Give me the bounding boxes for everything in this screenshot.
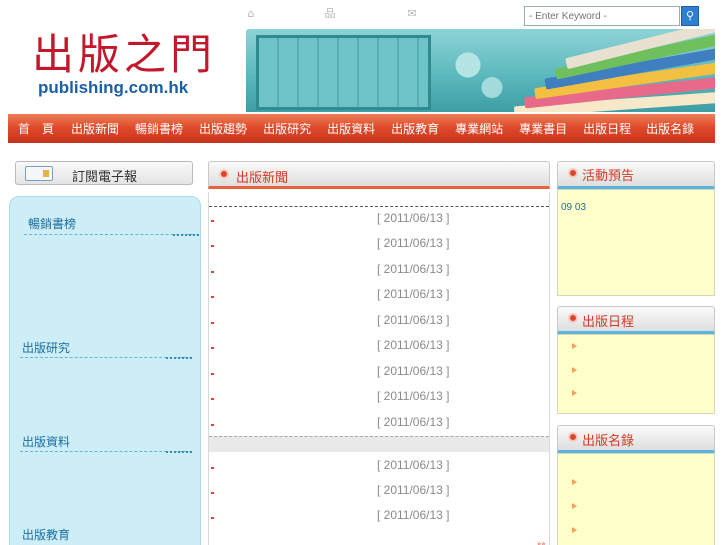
divider — [20, 451, 192, 453]
nav-item-news[interactable]: 出版新聞 — [71, 120, 119, 137]
home-icon[interactable]: ⌂ — [244, 8, 258, 20]
news-date: [ 2011/06/13 ] — [377, 262, 450, 276]
header-banner — [246, 29, 715, 112]
news-row[interactable]: [ 2011/06/13 ] — [209, 234, 549, 254]
logo-chinese: 出版之門 — [32, 30, 217, 79]
divider — [20, 357, 192, 359]
arrow-bullet-icon — [572, 390, 577, 396]
news-date: [ 2011/06/13 ] — [377, 338, 450, 352]
nav-item-education[interactable]: 出版教育 — [391, 120, 439, 137]
mail-icon[interactable]: ✉ — [405, 8, 419, 20]
news-row[interactable]: [ 2011/06/13 ] — [209, 456, 549, 476]
search-icon: ⚲ — [685, 9, 695, 22]
events-text[interactable]: 09 03 — [561, 202, 586, 213]
bullet-icon — [211, 296, 214, 298]
news-date: [ 2011/06/13 ] — [377, 287, 450, 301]
bullet-icon — [211, 322, 214, 324]
news-title[interactable]: 出版新聞 — [236, 167, 288, 186]
directory-panel — [557, 453, 715, 545]
nav-item-research[interactable]: 出版研究 — [263, 120, 311, 137]
news-row[interactable]: [ 2011/06/13 ] — [209, 506, 549, 526]
nav-item-bestsellers[interactable]: 暢銷書榜 — [135, 120, 183, 137]
schedule-title[interactable]: 出版日程 — [582, 311, 634, 330]
news-row[interactable]: [ 2011/06/13 ] — [209, 209, 549, 229]
left-link-data[interactable]: 出版資料 — [22, 433, 70, 450]
bullet-icon — [211, 220, 214, 222]
nav-item-schedule[interactable]: 出版日程 — [583, 120, 631, 137]
left-link-bestsellers[interactable]: 暢銷書榜 — [28, 215, 76, 232]
bullet-icon — [211, 424, 214, 426]
news-row[interactable]: [ 2011/06/13 ] — [209, 336, 549, 356]
bullet-icon — [568, 313, 578, 323]
events-header — [557, 161, 715, 189]
events-title[interactable]: 活動預告 — [582, 165, 634, 184]
news-row[interactable]: [ 2011/06/13 ] — [209, 387, 549, 407]
news-date: [ 2011/06/13 ] — [377, 458, 450, 472]
subscribe-newsletter-button[interactable]: 訂閱電子報 — [15, 161, 193, 185]
directory-header — [557, 425, 715, 453]
arrow-bullet-icon — [572, 343, 577, 349]
bullet-icon — [568, 168, 578, 178]
left-panel — [9, 196, 201, 545]
subscribe-label: 訂閱電子報 — [72, 170, 138, 185]
directory-title[interactable]: 出版名錄 — [582, 430, 634, 449]
news-date: [ 2011/06/13 ] — [377, 364, 450, 378]
news-row[interactable]: [ 2011/06/13 ] — [209, 362, 549, 382]
bullet-icon — [219, 169, 229, 179]
bullet-icon — [211, 467, 214, 469]
news-date: [ 2011/06/13 ] — [377, 415, 450, 429]
bullet-icon — [211, 245, 214, 247]
nav-item-pro-sites[interactable]: 專業網站 — [455, 120, 503, 137]
banner-window-frame — [256, 35, 431, 110]
banner-pattern — [436, 35, 516, 110]
search-button[interactable]: ⚲ — [681, 6, 699, 26]
arrow-bullet-icon — [572, 367, 577, 373]
schedule-panel — [557, 334, 715, 414]
main-nav: 首 頁 出版新聞 暢銷書榜 出版趨勢 出版研究 出版資料 出版教育 專業網站 專… — [8, 114, 715, 143]
news-row[interactable]: [ 2011/06/13 ] — [209, 311, 549, 331]
nav-item-pro-books[interactable]: 專業書目 — [519, 120, 567, 137]
news-row[interactable]: [ 2011/06/13 ] — [209, 413, 549, 433]
news-row[interactable]: [ 2011/06/13 ] — [209, 285, 549, 305]
nav-item-trends[interactable]: 出版趨勢 — [199, 120, 247, 137]
logo-english: publishing.com.hk — [38, 78, 189, 97]
divider — [209, 436, 549, 452]
bullet-icon — [211, 492, 214, 494]
bullet-icon — [211, 347, 214, 349]
bullet-icon — [568, 432, 578, 442]
arrow-bullet-icon — [572, 479, 577, 485]
search-input[interactable] — [524, 6, 680, 26]
divider — [209, 206, 549, 207]
schedule-header — [557, 306, 715, 334]
more-icon[interactable]: »» — [537, 540, 546, 545]
sitemap-icon[interactable]: 品 — [323, 8, 337, 20]
news-row[interactable]: [ 2011/06/13 ] — [209, 481, 549, 501]
arrow-bullet-icon — [572, 503, 577, 509]
news-date: [ 2011/06/13 ] — [377, 389, 450, 403]
bullet-icon — [211, 398, 214, 400]
news-date: [ 2011/06/13 ] — [377, 483, 450, 497]
nav-item-home[interactable]: 首 頁 — [18, 120, 54, 137]
bullet-icon — [211, 373, 214, 375]
left-link-research[interactable]: 出版研究 — [22, 339, 70, 356]
arrow-bullet-icon — [572, 527, 577, 533]
left-link-education[interactable]: 出版教育 — [22, 526, 70, 543]
news-date: [ 2011/06/13 ] — [377, 211, 450, 225]
nav-item-data[interactable]: 出版資料 — [327, 120, 375, 137]
news-date: [ 2011/06/13 ] — [377, 508, 450, 522]
envelope-icon — [25, 166, 53, 181]
news-date: [ 2011/06/13 ] — [377, 313, 450, 327]
news-date: [ 2011/06/13 ] — [377, 236, 450, 250]
news-row[interactable]: [ 2011/06/13 ] — [209, 260, 549, 280]
divider — [24, 234, 199, 236]
nav-item-directory[interactable]: 出版名錄 — [646, 120, 694, 137]
bullet-icon — [211, 517, 214, 519]
bullet-icon — [211, 271, 214, 273]
